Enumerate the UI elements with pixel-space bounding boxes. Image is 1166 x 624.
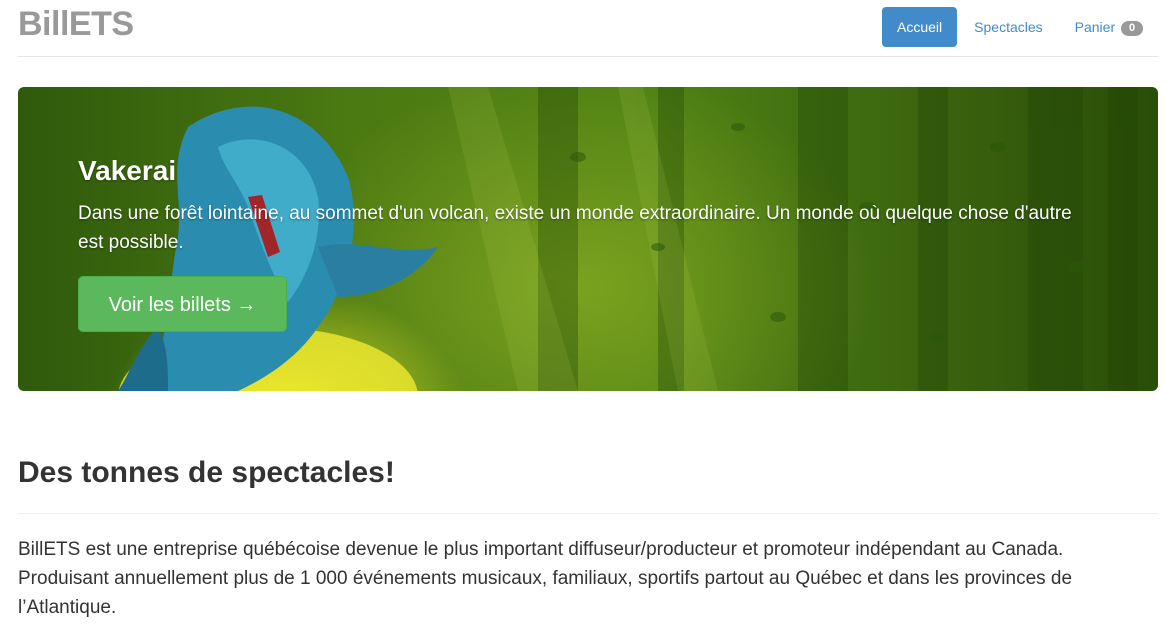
- section-title: Des tonnes de spectacles!: [18, 456, 395, 489]
- navbar: BillETS Accueil Spectacles Panier 0: [18, 0, 1158, 57]
- hero-banner: Vakerai Dans une forêt lointaine, au som…: [18, 87, 1158, 391]
- section-divider: [18, 513, 1158, 514]
- nav-item-panier-label: Panier: [1074, 19, 1116, 35]
- cart-count-badge: 0: [1121, 21, 1143, 36]
- brand-logo[interactable]: BillETS: [18, 5, 134, 44]
- main-nav: Accueil Spectacles Panier 0: [880, 7, 1158, 47]
- hero-description: Dans une forêt lointaine, au sommet d'un…: [78, 203, 1072, 253]
- nav-item-accueil[interactable]: Accueil: [882, 7, 958, 47]
- view-tickets-button[interactable]: Voir les billets →: [78, 276, 287, 332]
- section-description: BillETS est une entreprise québécoise de…: [18, 539, 1073, 618]
- nav-item-spectacles[interactable]: Spectacles: [959, 7, 1057, 47]
- hero-title: Vakerai: [78, 155, 177, 186]
- nav-item-panier[interactable]: Panier 0: [1060, 7, 1158, 47]
